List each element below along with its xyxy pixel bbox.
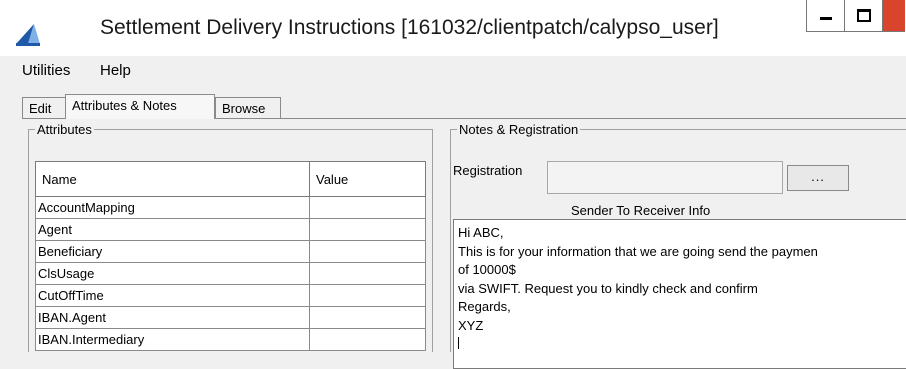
- table-row[interactable]: AccountMapping: [35, 196, 426, 219]
- table-row[interactable]: Agent: [35, 218, 426, 241]
- maximize-icon: [856, 9, 871, 22]
- attribute-name-cell[interactable]: Agent: [35, 218, 310, 241]
- attribute-value-cell[interactable]: [309, 262, 426, 285]
- table-row[interactable]: CutOffTime: [35, 284, 426, 307]
- attribute-value-cell[interactable]: [309, 218, 426, 241]
- menu-bar: Utilities Help: [0, 56, 906, 84]
- text-line: Regards,: [458, 299, 511, 314]
- sender-to-receiver-label: Sender To Receiver Info: [571, 203, 711, 218]
- tab-browse[interactable]: Browse: [215, 97, 281, 118]
- attributes-group: Attributes Name Value AccountMapping Age…: [28, 122, 433, 352]
- table-row[interactable]: IBAN.Intermediary: [35, 328, 426, 351]
- text-caret: [458, 337, 459, 349]
- menu-utilities[interactable]: Utilities: [22, 62, 70, 79]
- menu-help[interactable]: Help: [100, 62, 131, 79]
- window-title: Settlement Delivery Instructions [161032…: [100, 16, 719, 39]
- app-logo-icon: [16, 24, 40, 46]
- attribute-name-cell[interactable]: IBAN.Intermediary: [35, 328, 310, 351]
- notes-registration-group: Notes & Registration Registration ... Se…: [450, 122, 906, 369]
- registration-field[interactable]: [547, 161, 783, 194]
- attribute-name-cell[interactable]: AccountMapping: [35, 196, 310, 219]
- registration-browse-button[interactable]: ...: [787, 165, 849, 191]
- table-row[interactable]: Beneficiary: [35, 240, 426, 263]
- attribute-value-cell[interactable]: [309, 328, 426, 351]
- tab-edit[interactable]: Edit: [22, 97, 66, 118]
- minimize-icon: [819, 17, 832, 20]
- attribute-value-cell[interactable]: [309, 306, 426, 329]
- text-line: Hi ABC,: [458, 225, 504, 240]
- text-line: This is for your information that we are…: [458, 243, 818, 259]
- text-line: of 10000$: [458, 262, 516, 277]
- attributes-group-title: Attributes: [37, 122, 92, 137]
- attributes-table: Name Value AccountMapping Agent Benefici…: [35, 161, 426, 351]
- minimize-button[interactable]: [807, 0, 845, 31]
- attribute-name-cell[interactable]: IBAN.Agent: [35, 306, 310, 329]
- tab-attributes-notes[interactable]: Attributes & Notes: [65, 94, 215, 119]
- column-header-value[interactable]: Value: [309, 161, 426, 197]
- attribute-value-cell[interactable]: [309, 240, 426, 263]
- text-line: via SWIFT. Request you to kindly check a…: [458, 280, 758, 296]
- close-button[interactable]: [883, 0, 905, 31]
- window-controls: [806, 0, 905, 32]
- table-row[interactable]: IBAN.Agent: [35, 306, 426, 329]
- attribute-name-cell[interactable]: ClsUsage: [35, 262, 310, 285]
- text-line: XYZ: [458, 317, 484, 333]
- sender-to-receiver-textarea[interactable]: Hi ABC, This is for your information tha…: [453, 219, 906, 369]
- notes-group-title: Notes & Registration: [459, 122, 579, 137]
- title-bar: Settlement Delivery Instructions [161032…: [0, 0, 906, 56]
- attribute-name-cell[interactable]: Beneficiary: [35, 240, 310, 263]
- attribute-name-cell[interactable]: CutOffTime: [35, 284, 310, 307]
- table-header-row: Name Value: [35, 161, 426, 197]
- attribute-value-cell[interactable]: [309, 284, 426, 307]
- table-row[interactable]: ClsUsage: [35, 262, 426, 285]
- maximize-button[interactable]: [845, 0, 883, 31]
- attribute-value-cell[interactable]: [309, 196, 426, 219]
- registration-label: Registration: [453, 163, 523, 178]
- column-header-name[interactable]: Name: [35, 161, 310, 197]
